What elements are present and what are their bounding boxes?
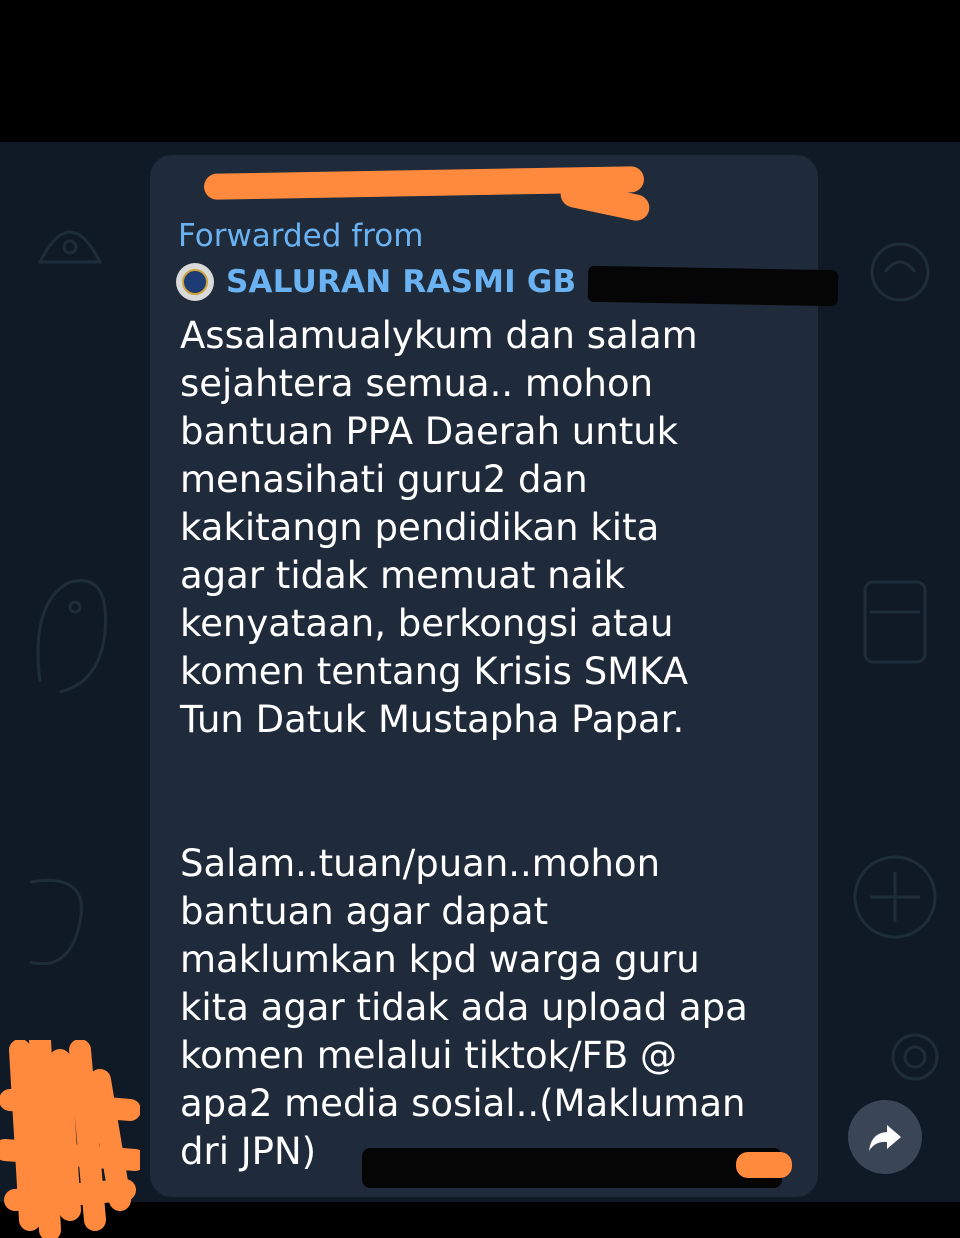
top-black-bar	[0, 0, 960, 142]
redaction-mark	[736, 1152, 792, 1178]
bottom-black-bar	[0, 1202, 960, 1238]
wallpaper-doodle	[853, 855, 937, 939]
message-text-paragraph-1: Assalamualykum dan salam sejahtera semua…	[180, 314, 698, 741]
share-arrow-icon	[869, 1125, 901, 1151]
wallpaper-doodle	[863, 580, 927, 664]
share-button[interactable]	[848, 1100, 922, 1174]
wallpaper-doodle	[37, 230, 103, 264]
channel-name[interactable]: SALURAN RASMI GB (	[226, 264, 602, 300]
wallpaper-doodle	[870, 242, 930, 302]
wallpaper-doodle	[36, 579, 108, 694]
redaction-mark	[587, 265, 839, 307]
channel-logo-icon	[176, 263, 214, 301]
forwarded-channel[interactable]: SALURAN RASMI GB (	[176, 262, 602, 302]
wallpaper-doodle	[891, 1033, 939, 1081]
message-text-paragraph-2: Salam..tuan/puan..mohon bantuan agar dap…	[180, 842, 748, 1173]
redaction-mark	[362, 1148, 782, 1188]
forwarded-from-label: Forwarded from	[178, 218, 424, 254]
wallpaper-doodle	[29, 878, 83, 966]
redaction-scribble	[0, 1040, 140, 1238]
